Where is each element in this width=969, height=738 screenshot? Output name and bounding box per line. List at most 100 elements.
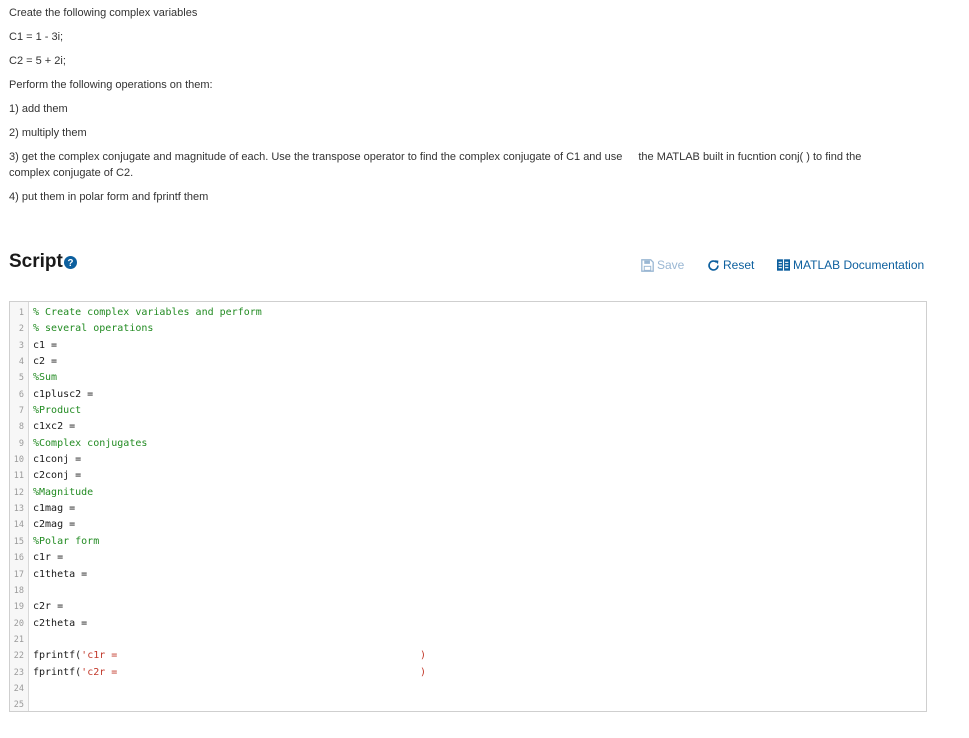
- instruction-line: 1) add them: [9, 103, 68, 115]
- reset-label: Reset: [723, 258, 755, 272]
- instruction-text: 3) get the complex conjugate and magnitu…: [9, 151, 623, 163]
- code-comment: %Product: [33, 405, 82, 417]
- documentation-label: MATLAB Documentation: [793, 258, 925, 272]
- code-line[interactable]: 22 fprintf('c1r = ): [10, 648, 926, 664]
- line-number: 13: [13, 504, 24, 515]
- line-number: 20: [13, 618, 24, 629]
- code-line[interactable]: 21: [10, 632, 926, 648]
- line-number: 16: [13, 553, 24, 564]
- code-line[interactable]: 2 % several operations: [10, 321, 926, 337]
- reset-button[interactable]: Reset: [707, 258, 754, 272]
- instruction-line: 2) multiply them: [9, 127, 87, 139]
- line-number: 19: [13, 602, 24, 613]
- instruction-text: the MATLAB built in fucntion conj( ) to …: [638, 151, 862, 163]
- instruction-line: C1 = 1 - 3i;: [9, 31, 64, 43]
- script-title: Script: [9, 251, 63, 272]
- matlab-documentation-link[interactable]: MATLAB Documentation: [777, 258, 924, 272]
- code-line[interactable]: 18: [10, 583, 926, 599]
- code-line[interactable]: 10 c1conj =: [10, 452, 926, 468]
- code-comment: %Sum: [33, 372, 58, 384]
- code-line[interactable]: 8 c1xc2 =: [10, 419, 926, 435]
- code-line[interactable]: 20 c2theta =: [10, 616, 926, 632]
- save-button[interactable]: Save: [641, 258, 684, 272]
- code-line[interactable]: 4 c2 =: [10, 354, 926, 370]
- code-text: c1plusc2 =: [33, 388, 100, 400]
- code-text: c1 =: [33, 339, 64, 351]
- code-text: c1r =: [33, 552, 70, 564]
- code-line[interactable]: 24: [10, 681, 926, 697]
- code-area[interactable]: 1 % Create complex variables and perform 2…: [10, 305, 926, 714]
- floppy-disk-icon: [641, 258, 654, 272]
- line-number: 21: [13, 634, 24, 645]
- code-comment: %Magnitude: [33, 486, 94, 498]
- code-comment: %Complex conjugates: [33, 437, 148, 449]
- line-number: 15: [13, 536, 24, 547]
- line-number: 25: [13, 700, 24, 711]
- instruction-line: Perform the following operations on them…: [9, 79, 213, 91]
- code-comment: %Polar form: [33, 535, 100, 547]
- code-line[interactable]: 15 %Polar form: [10, 534, 926, 550]
- svg-text:?: ?: [68, 258, 74, 269]
- line-number: 2: [18, 324, 24, 335]
- save-label: Save: [657, 258, 685, 272]
- code-line[interactable]: 5 %Sum: [10, 370, 926, 386]
- closing-paren: ): [420, 650, 427, 662]
- code-line[interactable]: 3 c1 =: [10, 338, 926, 354]
- line-number: 23: [13, 667, 24, 678]
- code-text: c1mag =: [33, 503, 82, 515]
- line-number: 5: [18, 373, 24, 384]
- code-line[interactable]: 11 c2conj =: [10, 468, 926, 484]
- line-number: 8: [18, 422, 24, 433]
- code-text: c2theta =: [33, 617, 94, 629]
- line-number: 24: [13, 683, 24, 694]
- line-number: 3: [18, 340, 24, 351]
- instruction-line: complex conjugate of C2.: [9, 167, 134, 179]
- line-number: 7: [18, 406, 24, 417]
- line-number: 17: [13, 569, 24, 580]
- code-comment: % Create complex variables and perform: [33, 307, 262, 318]
- line-number: 1: [18, 308, 24, 318]
- code-text: c2 =: [33, 356, 64, 368]
- code-line[interactable]: 7 %Product: [10, 403, 926, 419]
- code-text: c1theta =: [33, 568, 94, 580]
- code-text: c1conj =: [33, 454, 88, 466]
- line-number: 11: [13, 471, 24, 482]
- code-line[interactable]: 6 c1plusc2 =: [10, 387, 926, 403]
- instruction-line: Create the following complex variables: [9, 7, 198, 19]
- instruction-line: 4) put them in polar form and fprintf th…: [9, 191, 209, 203]
- documentation-icon: [777, 259, 790, 271]
- closing-paren: ): [420, 666, 427, 678]
- code-line[interactable]: 13 c1mag =: [10, 501, 926, 517]
- string-literal: 'c2r =: [81, 666, 124, 678]
- instruction-line: 3) get the complex conjugate and magnitu…: [9, 150, 861, 164]
- line-number: 14: [13, 520, 24, 531]
- instruction-line: C2 = 5 + 2i;: [9, 55, 66, 67]
- line-number: 4: [18, 357, 24, 368]
- code-line[interactable]: 14 c2mag =: [10, 517, 926, 533]
- code-line[interactable]: 25: [10, 697, 926, 713]
- question-circle-icon[interactable]: ?: [64, 256, 77, 269]
- code-text: c2mag =: [33, 519, 82, 531]
- code-text: c1xc2 =: [33, 421, 82, 433]
- code-text: fprintf('c2r =: [33, 666, 124, 678]
- code-comment: % several operations: [33, 323, 154, 335]
- line-number: 10: [13, 455, 24, 466]
- code-line[interactable]: 12 %Magnitude: [10, 485, 926, 501]
- code-text: fprintf('c1r =: [33, 650, 124, 662]
- code-line[interactable]: 23 fprintf('c2r = ): [10, 665, 926, 681]
- code-text: c2conj =: [33, 470, 88, 482]
- code-text: c2r =: [33, 601, 70, 613]
- line-number: 12: [13, 487, 24, 498]
- code-line[interactable]: 9 %Complex conjugates: [10, 436, 926, 452]
- line-number: 6: [18, 389, 24, 400]
- code-editor[interactable]: 1 % Create complex variables and perform 2…: [9, 301, 927, 712]
- code-line[interactable]: 17 c1theta =: [10, 567, 926, 583]
- line-number: 9: [18, 438, 24, 449]
- code-line[interactable]: 16 c1r =: [10, 550, 926, 566]
- line-number: 22: [13, 651, 24, 662]
- code-line[interactable]: 19 c2r =: [10, 599, 926, 615]
- line-number: 18: [13, 585, 24, 596]
- string-literal: 'c1r =: [81, 650, 124, 662]
- refresh-icon: [708, 259, 719, 271]
- code-line[interactable]: 1 % Create complex variables and perform: [10, 305, 926, 321]
